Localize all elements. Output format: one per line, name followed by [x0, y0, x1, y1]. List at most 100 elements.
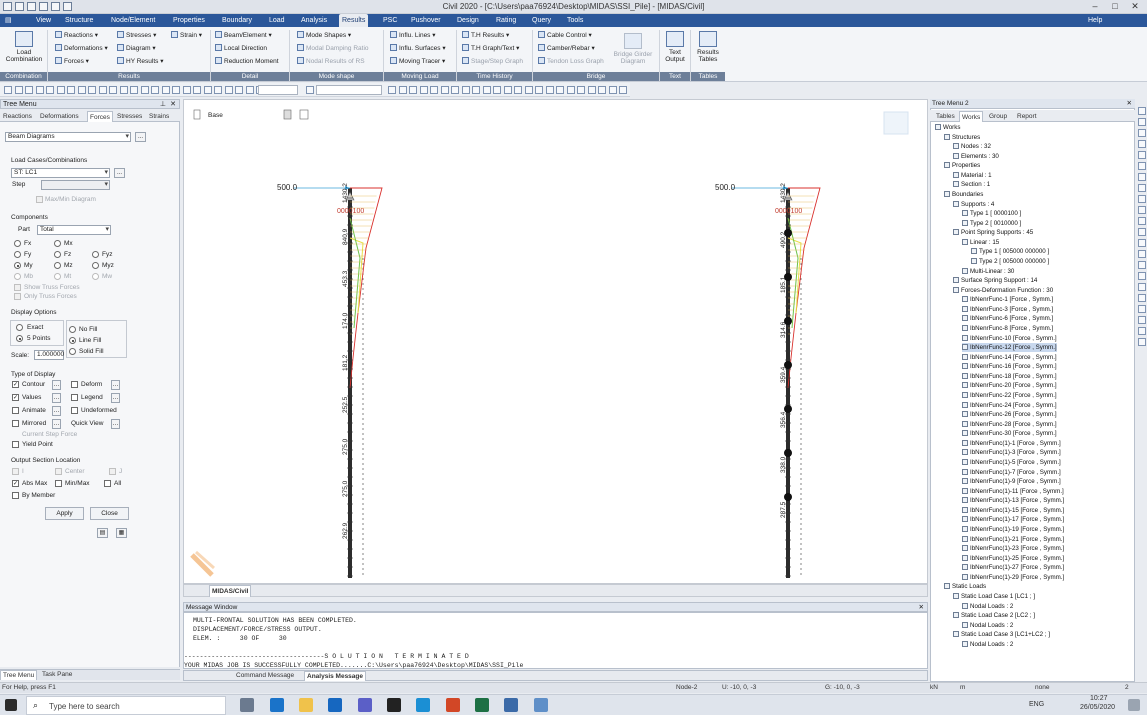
toolbar-tool-icon[interactable]	[608, 86, 617, 94]
mirrored-checkbox[interactable]	[12, 420, 19, 427]
side-tool-icon[interactable]	[1138, 272, 1146, 280]
diagram-type-select[interactable]: Beam Diagrams	[5, 132, 131, 142]
tab-task-pane[interactable]: Task Pane	[40, 670, 74, 680]
toolbar-tool-icon[interactable]	[440, 86, 449, 94]
toolbar-tool-icon[interactable]	[56, 86, 65, 94]
outlook-icon[interactable]	[328, 698, 342, 712]
menu-query[interactable]: Query	[529, 14, 554, 27]
stage-graph-button[interactable]: Stage/Step Graph	[462, 57, 523, 67]
tree-item[interactable]: IbNenrFunc-3 [Force , Symm.]	[962, 305, 1053, 314]
excel-icon[interactable]	[475, 698, 489, 712]
mt-radio[interactable]	[54, 273, 61, 280]
toolbar-tool-icon[interactable]	[472, 86, 480, 94]
mode-shapes-button[interactable]: Mode Shapes ▾	[297, 31, 351, 41]
mw-radio[interactable]	[92, 273, 99, 280]
tree-item[interactable]: IbNenrFunc-22 [Force , Symm.]	[962, 391, 1057, 400]
toolbar-tool-icon[interactable]	[88, 86, 96, 94]
side-tool-icon[interactable]	[1138, 228, 1146, 236]
text-output-button[interactable]: Text Output	[662, 31, 688, 63]
moving-tracer-button[interactable]: Moving Tracer ▾	[390, 57, 445, 67]
mirrored-options-button[interactable]: …	[52, 419, 61, 429]
close-icon[interactable]: ✕	[1128, 1, 1142, 12]
load-case-options-button[interactable]: ...	[114, 168, 125, 178]
menu-tools[interactable]: Tools	[564, 14, 586, 27]
toolbar-tool-icon[interactable]	[388, 86, 396, 94]
forces-button[interactable]: Forces ▾	[55, 57, 89, 67]
tab-command-message[interactable]: Command Message	[234, 671, 296, 681]
toolbar-tool-icon[interactable]	[430, 86, 438, 94]
close-icon[interactable]: ✕	[919, 603, 924, 612]
camber-rebar-button[interactable]: Camber/Rebar ▾	[538, 44, 595, 54]
toolbar-tool-icon[interactable]	[409, 86, 417, 94]
side-tool-icon[interactable]	[1138, 239, 1146, 247]
animate-options-button[interactable]: …	[52, 406, 61, 416]
tree-item[interactable]: IbNenrFunc(1)-11 [Force , Symm.]	[962, 487, 1064, 496]
tree-item[interactable]: IbNenrFunc-1 [Force , Symm.]	[962, 295, 1053, 304]
fyz-radio[interactable]	[92, 251, 99, 258]
tree-item[interactable]: IbNenrFunc(1)-5 [Force , Symm.]	[962, 458, 1061, 467]
task-view-icon[interactable]	[240, 698, 254, 712]
toolbar-tool-icon[interactable]	[535, 86, 543, 94]
side-tool-icon[interactable]	[1138, 316, 1146, 324]
side-tool-icon[interactable]	[1138, 151, 1146, 159]
model-view[interactable]: Base 500.0 0000100 1430.2 840.9 453.3 174.0 18…	[183, 99, 928, 584]
yield-point-checkbox[interactable]	[12, 441, 19, 448]
tree-item[interactable]: Nodes : 32	[953, 142, 991, 151]
modal-damping-button[interactable]: Modal Damping Ratio	[297, 44, 369, 54]
tab-report[interactable]: Report	[1015, 111, 1039, 122]
by-member-checkbox[interactable]	[12, 492, 19, 499]
toolbar-tool-icon[interactable]	[119, 86, 128, 94]
tree-item[interactable]: Static Load Case 2 [LC2 ; ]	[953, 611, 1035, 620]
diagram-options-button[interactable]: ...	[135, 132, 146, 142]
contour-checkbox[interactable]: ✓	[12, 381, 19, 388]
toolbar-tool-icon[interactable]	[140, 86, 149, 94]
tree-item[interactable]: Boundaries	[944, 190, 983, 199]
tab-deformations[interactable]: Deformations	[38, 111, 81, 122]
edge-icon[interactable]	[270, 698, 284, 712]
toolbar-tool-icon[interactable]	[566, 86, 575, 94]
clock-time[interactable]: 10:27	[1090, 695, 1108, 702]
orientation-cube[interactable]	[883, 111, 909, 135]
tree-item[interactable]: Forces-Deformation Function : 30	[953, 286, 1053, 295]
all-checkbox[interactable]	[104, 480, 111, 487]
tree-item[interactable]: Linear : 15	[962, 238, 999, 247]
toolbar-tool-icon[interactable]	[98, 86, 107, 94]
force-unit-select[interactable]: kN	[930, 684, 938, 691]
deformations-button[interactable]: Deformations ▾	[55, 44, 108, 54]
tab-reactions[interactable]: Reactions	[1, 111, 34, 122]
tendon-loss-button[interactable]: Tendon Loss Graph	[538, 57, 604, 67]
selection-combo[interactable]	[316, 85, 382, 95]
clock-date[interactable]: 26/05/2020	[1080, 704, 1115, 711]
side-tool-icon[interactable]	[1138, 129, 1146, 137]
toolbar-tool-icon[interactable]	[577, 86, 585, 94]
toolbar-tool-icon[interactable]	[503, 86, 512, 94]
part-select[interactable]: Total	[37, 225, 111, 235]
tree-item[interactable]: Nodal Loads : 2	[962, 602, 1013, 611]
toolbar-tool-icon[interactable]	[235, 86, 243, 94]
tree-item[interactable]: IbNenrFunc(1)-17 [Force , Symm.]	[962, 515, 1064, 524]
legend-checkbox[interactable]	[71, 394, 78, 401]
influ-lines-button[interactable]: Influ. Lines ▾	[390, 31, 436, 41]
tree-item[interactable]: Properties	[944, 161, 980, 170]
menu-rating[interactable]: Rating	[493, 14, 519, 27]
apply-button[interactable]: Apply	[45, 507, 84, 520]
menu-design[interactable]: Design	[454, 14, 482, 27]
toolbar-tool-icon[interactable]	[161, 86, 170, 94]
toolbar-tool-icon[interactable]	[587, 86, 596, 94]
side-tool-icon[interactable]	[1138, 206, 1146, 214]
tab-forces[interactable]: Forces	[87, 111, 113, 122]
toolbar-tool-icon[interactable]	[203, 86, 212, 94]
filter-select[interactable]: none	[1035, 684, 1049, 691]
values-checkbox[interactable]: ✓	[12, 394, 19, 401]
toolbar-tool-icon[interactable]	[130, 86, 138, 94]
tree-item[interactable]: IbNenrFunc-8 [Force , Symm.]	[962, 324, 1053, 333]
toolbar-tool-icon[interactable]	[224, 86, 233, 94]
toolbar-tool-icon[interactable]	[524, 86, 533, 94]
side-tool-icon[interactable]	[1138, 327, 1146, 335]
tree-item[interactable]: IbNenrFunc-30 [Force , Symm.]	[962, 429, 1057, 438]
tree-item[interactable]: IbNenrFunc(1)-7 [Force , Symm.]	[962, 468, 1061, 477]
diagram-button[interactable]: Diagram ▾	[117, 44, 156, 54]
nodal-results-rs-button[interactable]: Nodal Results of RS	[297, 57, 365, 67]
tree-item[interactable]: IbNenrFunc(1)-23 [Force , Symm.]	[962, 544, 1064, 553]
hy-results-button[interactable]: HY Results ▾	[117, 57, 163, 67]
